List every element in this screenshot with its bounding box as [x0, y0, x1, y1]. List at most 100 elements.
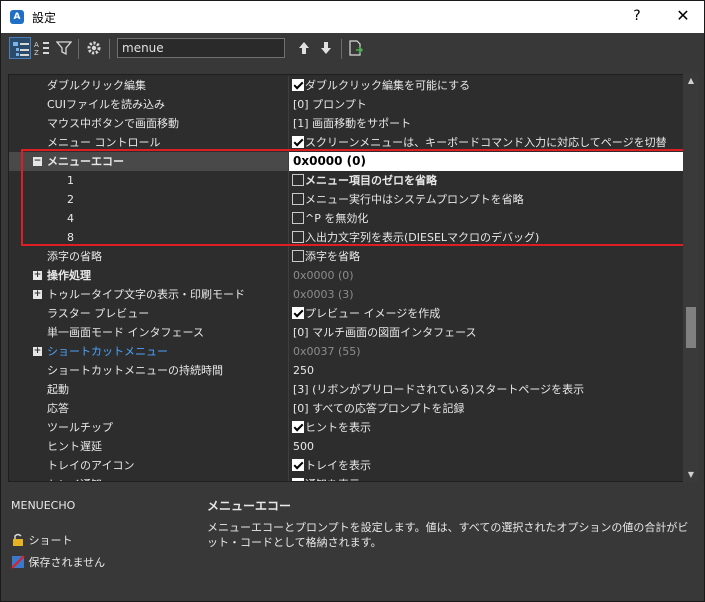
setting-name[interactable]: 起動: [9, 380, 288, 399]
setting-name[interactable]: メニュー コントロール: [9, 133, 288, 152]
setting-row[interactable]: − メニューエコー 0x0000 (0): [9, 152, 689, 171]
setting-name[interactable]: 1: [9, 171, 288, 190]
checkbox-checked[interactable]: [292, 421, 304, 433]
setting-value[interactable]: [0] プロンプト: [288, 95, 689, 114]
setting-name[interactable]: 添字の省略: [9, 247, 288, 266]
checkbox-unchecked[interactable]: [292, 193, 304, 205]
setting-row[interactable]: マウス中ボタンで画面移動 [1] 画面移動をサポート: [9, 114, 684, 133]
collapse-icon[interactable]: −: [33, 157, 42, 166]
setting-name[interactable]: ダブルクリック編集: [9, 76, 288, 95]
setting-name[interactable]: マウス中ボタンで画面移動: [9, 114, 288, 133]
setting-row[interactable]: メニュー コントロール スクリーンメニューは、キーボードコマンド入力に対応してペー…: [9, 133, 684, 152]
help-button[interactable]: ?: [627, 6, 647, 26]
setting-value[interactable]: ヒントを表示: [288, 418, 684, 437]
setting-row[interactable]: ラスター プレビュー プレビュー イメージを作成: [9, 304, 684, 323]
alphabetical-view-button[interactable]: A Z: [31, 37, 53, 59]
setting-value[interactable]: 0x0000 (0): [288, 152, 689, 171]
scroll-down-icon[interactable]: ▼: [683, 468, 699, 482]
checkbox-unchecked[interactable]: [292, 212, 304, 224]
setting-value[interactable]: 250: [288, 361, 689, 380]
setting-row[interactable]: 起動 [3] (リボンがプリロードされている)スタートページを表示: [9, 380, 684, 399]
setting-value[interactable]: スクリーンメニューは、キーボードコマンド入力に対応してページを切替: [288, 133, 684, 152]
setting-name[interactable]: トレイのアイコン: [9, 456, 288, 475]
close-button[interactable]: ✕: [673, 6, 693, 26]
setting-row[interactable]: トレイのアイコン トレイを表示: [9, 456, 684, 475]
setting-name[interactable]: − メニューエコー: [9, 152, 288, 171]
checkbox-checked[interactable]: [292, 478, 304, 481]
search-input[interactable]: [117, 38, 285, 58]
setting-name[interactable]: 4: [9, 209, 288, 228]
setting-value[interactable]: [1] 画面移動をサポート: [288, 114, 689, 133]
scroll-thumb[interactable]: [686, 307, 696, 348]
move-up-button[interactable]: [293, 37, 315, 59]
setting-row[interactable]: ショートカットメニューの持続時間 250: [9, 361, 684, 380]
setting-name[interactable]: ラスター プレビュー: [9, 304, 288, 323]
expand-icon[interactable]: +: [33, 271, 42, 280]
setting-value[interactable]: 通知を表示: [288, 475, 684, 481]
setting-value[interactable]: 500: [288, 437, 689, 456]
setting-name[interactable]: ショートカットメニューの持続時間: [9, 361, 288, 380]
checkbox-checked[interactable]: [292, 79, 304, 91]
setting-name[interactable]: CUIファイルを読み込み: [9, 95, 288, 114]
checkbox-unchecked[interactable]: [292, 231, 304, 243]
setting-value[interactable]: 0x0003 (3): [288, 285, 689, 304]
settings-button[interactable]: [83, 37, 105, 59]
setting-name[interactable]: + ショートカットメニュー: [9, 342, 288, 361]
filter-button[interactable]: [53, 37, 75, 59]
move-down-button[interactable]: [315, 37, 337, 59]
setting-row[interactable]: CUIファイルを読み込み [0] プロンプト: [9, 95, 684, 114]
setting-row[interactable]: 2 メニュー実行中はシステムプロンプトを省略: [9, 190, 684, 209]
setting-row[interactable]: 1 メニュー項目のゼロを省略: [9, 171, 684, 190]
setting-row[interactable]: ヒント遅延 500: [9, 437, 684, 456]
setting-row[interactable]: 8 入出力文字列を表示(DIESELマクロのデバッグ): [9, 228, 684, 247]
setting-name[interactable]: 2: [9, 190, 288, 209]
export-button[interactable]: [345, 37, 367, 59]
setting-name[interactable]: 8: [9, 228, 288, 247]
categorized-view-button[interactable]: [9, 37, 31, 59]
checkbox-checked[interactable]: [292, 459, 304, 471]
setting-name[interactable]: ヒント遅延: [9, 437, 288, 456]
setting-row[interactable]: 応答 [0] すべての応答プロンプトを記録: [9, 399, 684, 418]
setting-row[interactable]: 4 ^P を無効化: [9, 209, 684, 228]
column-divider: [288, 114, 289, 133]
setting-value[interactable]: トレイを表示: [288, 456, 684, 475]
setting-value[interactable]: 入出力文字列を表示(DIESELマクロのデバッグ): [288, 228, 684, 247]
column-divider: [288, 399, 289, 418]
description-text: メニューエコーとプロンプトを設定します。値は、すべての選択されたオプションの値の…: [207, 521, 689, 549]
setting-value[interactable]: ^P を無効化: [288, 209, 684, 228]
setting-row[interactable]: + ショートカットメニュー 0x0037 (55): [9, 342, 684, 361]
checkbox-unchecked[interactable]: [292, 174, 304, 186]
setting-value[interactable]: プレビュー イメージを作成: [288, 304, 684, 323]
expand-icon[interactable]: +: [33, 347, 42, 356]
setting-value[interactable]: 添字を省略: [288, 247, 684, 266]
checkbox-checked[interactable]: [292, 136, 304, 148]
checkbox-checked[interactable]: [292, 307, 304, 319]
setting-name[interactable]: 単一画面モード インタフェース: [9, 323, 288, 342]
setting-value[interactable]: メニュー項目のゼロを省略: [288, 171, 684, 190]
setting-name[interactable]: + 操作処理: [9, 266, 288, 285]
checkbox-unchecked[interactable]: [292, 250, 304, 262]
expand-icon[interactable]: +: [33, 290, 42, 299]
setting-name[interactable]: + トゥルータイプ文字の表示・印刷モード: [9, 285, 288, 304]
scroll-up-icon[interactable]: ▲: [683, 74, 699, 88]
setting-value[interactable]: [0] すべての応答プロンプトを記録: [288, 399, 689, 418]
setting-value[interactable]: ダブルクリック編集を可能にする: [288, 76, 684, 95]
setting-value[interactable]: [3] (リボンがプリロードされている)スタートページを表示: [288, 380, 689, 399]
setting-value[interactable]: 0x0037 (55): [288, 342, 689, 361]
setting-row[interactable]: + 操作処理 0x0000 (0): [9, 266, 684, 285]
setting-name[interactable]: ツールチップ: [9, 418, 288, 437]
column-divider: [288, 418, 289, 437]
setting-value[interactable]: [0] マルチ画面の図面インタフェース: [288, 323, 689, 342]
setting-row[interactable]: 単一画面モード インタフェース [0] マルチ画面の図面インタフェース: [9, 323, 684, 342]
setting-value[interactable]: メニュー実行中はシステムプロンプトを省略: [288, 190, 684, 209]
setting-value-text: 通知を表示: [305, 478, 360, 481]
setting-row[interactable]: トレイ通知通知を表示: [9, 475, 684, 481]
setting-row[interactable]: ツールチップ ヒントを表示: [9, 418, 684, 437]
setting-row[interactable]: + トゥルータイプ文字の表示・印刷モード 0x0003 (3): [9, 285, 684, 304]
setting-row[interactable]: ダブルクリック編集 ダブルクリック編集を可能にする: [9, 76, 684, 95]
vertical-scrollbar[interactable]: ▲ ▼: [683, 74, 699, 482]
setting-row[interactable]: 添字の省略 添字を省略: [9, 247, 684, 266]
setting-name[interactable]: トレイ通知: [9, 475, 288, 481]
setting-name[interactable]: 応答: [9, 399, 288, 418]
setting-value[interactable]: 0x0000 (0): [288, 266, 689, 285]
